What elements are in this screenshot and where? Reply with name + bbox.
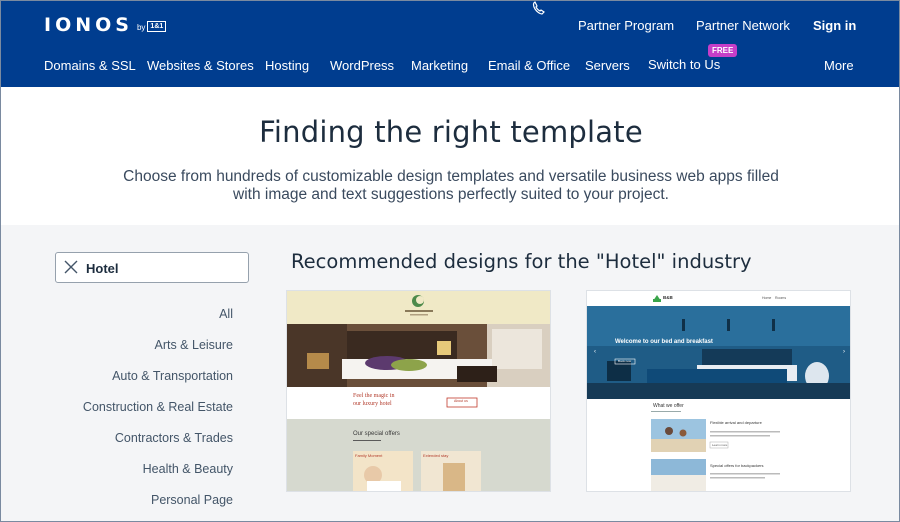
recommended-title: Recommended designs for the "Hotel" indu… (291, 250, 752, 273)
card1-tagline-1: Feel the magic in (353, 393, 395, 399)
nav-more[interactable]: More (824, 58, 854, 73)
partner-network-link[interactable]: Partner Network (696, 18, 790, 33)
card1-offers-heading: Our special offers (353, 431, 400, 437)
category-personal-page[interactable]: Personal Page (151, 493, 233, 507)
category-construction-real-estate[interactable]: Construction & Real Estate (83, 400, 233, 414)
template-card-bed-and-breakfast[interactable]: ‹ › B&B Home Rooms Welcome to our bed an… (586, 290, 851, 492)
category-arts-leisure[interactable]: Arts & Leisure (154, 338, 233, 352)
category-auto-transportation[interactable]: Auto & Transportation (112, 369, 233, 383)
card2-item-2: Special offers for backpackers (710, 463, 764, 468)
nav-marketing[interactable]: Marketing (411, 58, 468, 73)
nav-switch-to-us[interactable]: Switch to Us (648, 57, 720, 72)
card2-item-1-button: Learn more (712, 443, 728, 447)
nav-hosting[interactable]: Hosting (265, 58, 309, 73)
main-nav: Domains & SSL Websites & Stores Hosting … (1, 57, 900, 74)
partner-program-link[interactable]: Partner Program (578, 18, 674, 33)
category-contractors-trades[interactable]: Contractors & Trades (115, 431, 233, 445)
page-title: Finding the right template (259, 115, 643, 149)
hero-section: Finding the right template Choose from h… (0, 87, 900, 225)
site-header: IONOS by 1&1 Partner Program Partner Net… (0, 0, 900, 87)
card2-nav-2: Rooms (775, 296, 787, 300)
bed-and-breakfast-preview: ‹ › (587, 291, 850, 491)
top-links: Partner Program Partner Network Sign in (1, 18, 900, 36)
card2-hero-text: Welcome to our bed and breakfast (615, 339, 713, 345)
card2-item-1: Flexible arrival and departure (710, 420, 762, 425)
card1-offer-1: Family Moment (355, 453, 383, 458)
nav-servers[interactable]: Servers (585, 58, 630, 73)
card1-tagline-2: our luxury hotel (353, 401, 392, 407)
nav-wordpress[interactable]: WordPress (330, 58, 394, 73)
nav-websites-stores[interactable]: Websites & Stores (147, 58, 254, 73)
card2-nav-1: Home (762, 296, 772, 300)
card2-hero-button: Book now (618, 359, 632, 363)
template-browser: Hotel All Arts & Leisure Auto & Transpor… (0, 225, 900, 522)
category-all[interactable]: All (219, 307, 233, 321)
hero-subtitle: Choose from hundreds of customizable des… (123, 168, 779, 203)
nav-email-office[interactable]: Email & Office (488, 58, 570, 73)
luxury-hotel-preview (287, 291, 550, 491)
card1-about-button: About us (454, 399, 468, 403)
card2-brand: B&B (663, 295, 673, 300)
card1-offer-2: Extended stay (423, 453, 449, 458)
sign-in-link[interactable]: Sign in (813, 18, 856, 33)
svg-text:›: › (843, 349, 845, 355)
nav-domains-ssl[interactable]: Domains & SSL (44, 58, 136, 73)
free-badge: FREE (708, 44, 738, 57)
industry-search-field[interactable]: Hotel (55, 252, 249, 283)
search-value: Hotel (86, 261, 119, 276)
template-card-luxury-hotel[interactable]: Feel the magic in our luxury hotel About… (286, 290, 551, 492)
phone-icon[interactable] (531, 0, 547, 16)
card2-offer-heading: What we offer (653, 403, 684, 409)
clear-icon[interactable] (64, 260, 78, 274)
svg-text:‹: ‹ (594, 349, 596, 355)
category-health-beauty[interactable]: Health & Beauty (143, 462, 233, 476)
